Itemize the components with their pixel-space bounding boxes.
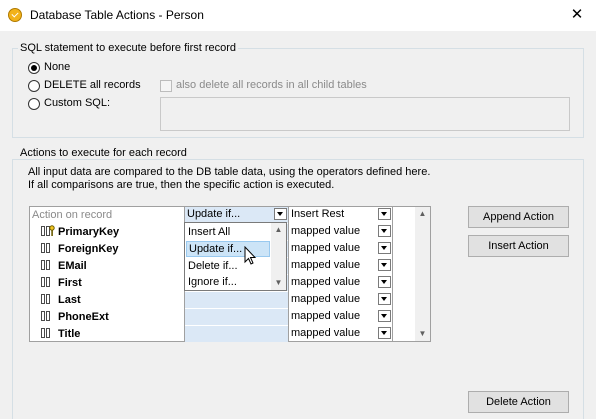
- grid-scrollbar[interactable]: ▲ ▼: [415, 207, 430, 341]
- field-icon: [41, 260, 53, 271]
- action-type-combo-1-value: Update if...: [187, 208, 241, 220]
- chevron-down-icon[interactable]: [378, 276, 391, 288]
- action-type-dropdown-list: Insert All Update if... Delete if... Ign…: [184, 222, 287, 291]
- action-type-combo-2-value: Insert Rest: [291, 208, 345, 220]
- mapforce-app-icon: [8, 8, 22, 22]
- title-bar: Database Table Actions - Person ✕: [0, 0, 596, 31]
- field-name: PrimaryKey: [58, 226, 120, 238]
- field-icon: [41, 294, 53, 305]
- custom-sql-textarea[interactable]: [160, 97, 570, 131]
- grid-col-divider: [392, 207, 393, 341]
- window-title: Database Table Actions - Person: [30, 8, 204, 22]
- row-col2-combo[interactable]: mapped value: [289, 241, 392, 257]
- field-name: Last: [58, 294, 81, 306]
- row-col2-value: mapped value: [291, 276, 361, 288]
- row-col2-value: mapped value: [291, 310, 361, 322]
- radio-delete-all[interactable]: [28, 80, 40, 92]
- child-tables-checkbox[interactable]: [160, 80, 172, 92]
- delete-action-button[interactable]: Delete Action: [468, 391, 569, 413]
- row-col1-combo[interactable]: [185, 326, 288, 342]
- append-action-button[interactable]: Append Action: [468, 206, 569, 228]
- dropdown-item-ignore-if[interactable]: Ignore if...: [186, 274, 270, 290]
- scroll-down-icon[interactable]: ▼: [415, 327, 430, 341]
- insert-action-button[interactable]: Insert Action: [468, 235, 569, 257]
- dropdown-scrollbar[interactable]: ▲ ▼: [271, 223, 286, 290]
- action-type-combo-1[interactable]: Update if...: [185, 207, 288, 223]
- chevron-down-icon[interactable]: [378, 259, 391, 271]
- field-name: EMail: [58, 260, 87, 272]
- radio-custom-sql[interactable]: [28, 98, 40, 110]
- actions-group-legend: Actions to execute for each record: [18, 147, 189, 159]
- field-icon: [41, 328, 53, 339]
- scroll-up-icon[interactable]: ▲: [415, 207, 430, 221]
- row-col2-combo[interactable]: mapped value: [289, 292, 392, 308]
- row-col2-value: mapped value: [291, 242, 361, 254]
- row-col2-combo[interactable]: mapped value: [289, 258, 392, 274]
- field-icon: [41, 311, 53, 322]
- actions-description-1: All input data are compared to the DB ta…: [28, 166, 431, 178]
- radio-none[interactable]: [28, 62, 40, 74]
- row-col2-value: mapped value: [291, 327, 361, 339]
- field-name: PhoneExt: [58, 311, 109, 323]
- row-col2-value: mapped value: [291, 293, 361, 305]
- action-type-combo-2[interactable]: Insert Rest: [289, 207, 392, 223]
- radio-custom-sql-label[interactable]: Custom SQL:: [44, 97, 110, 109]
- radio-none-label[interactable]: None: [44, 61, 70, 73]
- row-col1-combo[interactable]: [185, 292, 288, 308]
- field-icon: [41, 243, 53, 254]
- chevron-down-icon[interactable]: [378, 225, 391, 237]
- scroll-down-icon[interactable]: ▼: [271, 276, 286, 290]
- field-name: First: [58, 277, 82, 289]
- chevron-down-icon[interactable]: [378, 242, 391, 254]
- radio-delete-all-label[interactable]: DELETE all records: [44, 79, 141, 91]
- sql-group-legend: SQL statement to execute before first re…: [18, 42, 239, 54]
- row-col2-combo[interactable]: mapped value: [289, 275, 392, 291]
- field-icon: [41, 277, 53, 288]
- row-col2-combo[interactable]: mapped value: [289, 224, 392, 240]
- chevron-down-icon[interactable]: [378, 293, 391, 305]
- row-col2-combo[interactable]: mapped value: [289, 326, 392, 342]
- row-col2-value: mapped value: [291, 259, 361, 271]
- scroll-up-icon[interactable]: ▲: [271, 223, 286, 237]
- field-name: Title: [58, 328, 81, 340]
- row-col2-combo[interactable]: mapped value: [289, 309, 392, 325]
- chevron-down-icon[interactable]: [378, 327, 391, 339]
- child-tables-label: also delete all records in all child tab…: [176, 79, 367, 91]
- close-button[interactable]: ✕: [560, 2, 594, 28]
- row-col2-value: mapped value: [291, 225, 361, 237]
- action-on-record-label: Action on record: [32, 209, 113, 221]
- chevron-down-icon[interactable]: [378, 310, 391, 322]
- actions-description-2: If all comparisons are true, then the sp…: [28, 179, 335, 191]
- row-col1-combo[interactable]: [185, 309, 288, 325]
- chevron-down-icon[interactable]: [274, 208, 287, 220]
- key-icon: [49, 225, 55, 236]
- mouse-pointer-icon: [244, 246, 257, 265]
- dropdown-item-insert-all[interactable]: Insert All: [186, 224, 270, 240]
- field-name: ForeignKey: [58, 243, 119, 255]
- chevron-down-icon[interactable]: [378, 208, 391, 220]
